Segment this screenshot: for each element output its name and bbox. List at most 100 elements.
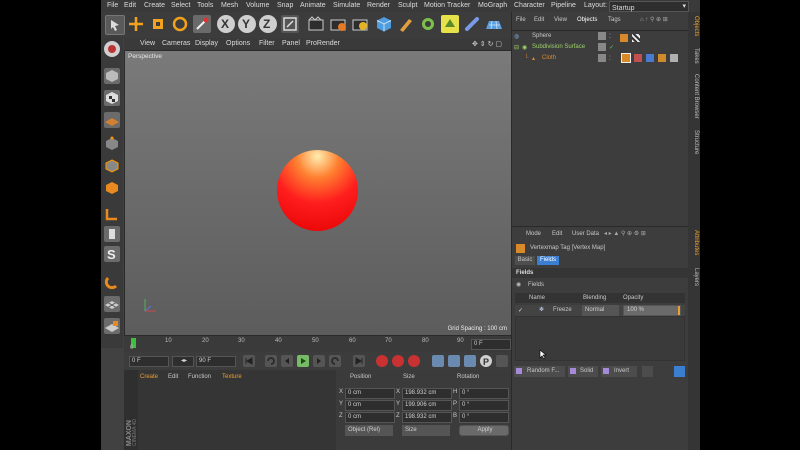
key-position-icon[interactable] bbox=[432, 355, 444, 367]
opacity-slider[interactable]: 100 % bbox=[623, 305, 681, 316]
material-menu-function[interactable]: Function bbox=[188, 374, 211, 380]
om-menu-objects[interactable]: Objects bbox=[577, 17, 597, 23]
current-frame-field[interactable]: 0 F bbox=[471, 339, 511, 350]
object-row-cloth[interactable]: └ ▴ Cloth ⁚ bbox=[514, 53, 686, 64]
layer-swatch-icon[interactable] bbox=[598, 43, 606, 51]
material-menu-texture[interactable]: Texture bbox=[222, 374, 242, 380]
phong-tag-icon[interactable] bbox=[620, 34, 628, 42]
am-toolbar-icons[interactable]: ◂ ▸ ▲ ⚲ ⊕ ⚙ ⊞ bbox=[604, 230, 646, 237]
tag-icon[interactable] bbox=[646, 54, 654, 62]
viewport-menu-cameras[interactable]: Cameras bbox=[162, 40, 190, 47]
menu-pipeline[interactable]: Pipeline bbox=[551, 2, 576, 9]
menu-create[interactable]: Create bbox=[144, 2, 165, 9]
coord-mode-select[interactable]: Object (Rel) bbox=[345, 425, 393, 436]
start-frame-field[interactable]: 0 F bbox=[129, 356, 169, 367]
key-pla-icon[interactable] bbox=[496, 355, 508, 367]
record-icon[interactable] bbox=[376, 355, 388, 367]
next-frame-icon[interactable] bbox=[313, 355, 325, 367]
viewport-menu-display[interactable]: Display bbox=[195, 40, 218, 47]
field-layer-row[interactable]: ✓ ❄ Freeze Normal 100 % bbox=[515, 305, 685, 316]
dock-tab-content-browser[interactable]: Content Browser bbox=[689, 74, 699, 119]
tag-icon[interactable] bbox=[670, 54, 678, 62]
next-key-icon[interactable] bbox=[329, 355, 341, 367]
sphere-object[interactable] bbox=[277, 150, 358, 231]
magnet-icon[interactable] bbox=[104, 274, 120, 290]
field-layer-icon[interactable] bbox=[642, 366, 653, 377]
environment-icon[interactable] bbox=[485, 15, 503, 33]
tab-fields[interactable]: Fields bbox=[537, 256, 559, 265]
rotation-p-field[interactable]: 0 ° bbox=[459, 400, 509, 411]
lock-workplane-icon[interactable] bbox=[104, 318, 120, 334]
position-y-field[interactable]: 0 cm bbox=[345, 400, 395, 411]
dock-tab-objects[interactable]: Objects bbox=[689, 16, 699, 36]
render-pv-icon[interactable] bbox=[329, 15, 347, 33]
menu-snap[interactable]: Snap bbox=[277, 2, 293, 9]
expand-panel-icon[interactable] bbox=[674, 366, 685, 377]
axis-y-icon[interactable]: Y bbox=[238, 15, 256, 33]
layer-swatch-icon[interactable] bbox=[598, 54, 606, 62]
deformer-icon[interactable] bbox=[463, 15, 481, 33]
coord-system-icon[interactable] bbox=[281, 15, 299, 33]
menu-simulate[interactable]: Simulate bbox=[333, 2, 360, 9]
workplane-icon[interactable] bbox=[104, 112, 120, 128]
texture-tag-icon[interactable] bbox=[632, 34, 640, 42]
position-z-field[interactable]: 0 cm bbox=[345, 412, 395, 423]
prev-frame-icon[interactable] bbox=[281, 355, 293, 367]
material-menu-edit[interactable]: Edit bbox=[168, 374, 178, 380]
dock-tab-attributes[interactable]: Attributes bbox=[689, 230, 699, 255]
apply-button[interactable]: Apply bbox=[459, 425, 509, 436]
edges-mode-icon[interactable] bbox=[104, 158, 120, 174]
om-menu-file[interactable]: File bbox=[516, 17, 526, 23]
am-menu-user-data[interactable]: User Data bbox=[572, 231, 599, 237]
viewport-menu-panel[interactable]: Panel bbox=[282, 40, 300, 47]
key-rotation-icon[interactable] bbox=[464, 355, 476, 367]
viewport-menu-filter[interactable]: Filter bbox=[259, 40, 275, 47]
scale-icon[interactable] bbox=[149, 15, 167, 33]
menu-sculpt[interactable]: Sculpt bbox=[398, 2, 417, 9]
menu-mesh[interactable]: Mesh bbox=[221, 2, 238, 9]
om-menu-tags[interactable]: Tags bbox=[608, 17, 621, 23]
rotate-icon[interactable] bbox=[171, 15, 189, 33]
tab-basic[interactable]: Basic bbox=[515, 256, 535, 265]
size-mode-select[interactable]: Size bbox=[402, 425, 450, 436]
menu-file[interactable]: File bbox=[107, 2, 118, 9]
om-menu-edit[interactable]: Edit bbox=[534, 17, 544, 23]
am-menu-edit[interactable]: Edit bbox=[552, 231, 562, 237]
menu-edit[interactable]: Edit bbox=[124, 2, 136, 9]
layer-enabled-check-icon[interactable]: ✓ bbox=[518, 307, 523, 314]
render-settings-icon[interactable] bbox=[351, 15, 369, 33]
solid-field-button[interactable]: Solid bbox=[568, 366, 598, 377]
snap-icon[interactable]: S bbox=[104, 246, 120, 262]
make-editable-icon[interactable] bbox=[104, 41, 120, 57]
cloth-tag-icon[interactable] bbox=[634, 54, 642, 62]
object-row-sphere[interactable]: ◍ Sphere ⁚ bbox=[514, 32, 686, 42]
workplane-grid-icon[interactable] bbox=[104, 296, 120, 312]
blending-select[interactable]: Normal bbox=[582, 305, 619, 316]
size-z-field[interactable]: 198.932 cm bbox=[402, 412, 452, 423]
object-row-subdivision-surface[interactable]: ⊟ ◉ Subdivision Surface ✓ bbox=[514, 43, 686, 53]
prev-key-icon[interactable] bbox=[265, 355, 277, 367]
layer-swatch-icon[interactable] bbox=[598, 32, 606, 40]
om-toolbar-icons[interactable]: ⌂ ↑ ⚲ ⊕ ⊞ bbox=[640, 16, 668, 23]
dock-tab-layers[interactable]: Layers bbox=[689, 268, 699, 286]
random-field-button[interactable]: Random F... bbox=[514, 366, 565, 377]
keyframe-selection-icon[interactable] bbox=[408, 355, 420, 367]
axis-mode-icon[interactable] bbox=[104, 206, 120, 222]
viewport-navigation-icons[interactable]: ✥ ⇕ ↻ ▢ bbox=[472, 40, 502, 48]
render-view-icon[interactable] bbox=[307, 15, 325, 33]
viewport-menu-view[interactable]: View bbox=[140, 40, 155, 47]
frame-step-field[interactable]: ◂▸ bbox=[172, 356, 194, 367]
menu-render[interactable]: Render bbox=[367, 2, 390, 9]
size-x-field[interactable]: 198.932 cm bbox=[402, 388, 452, 399]
size-y-field[interactable]: 199.906 cm bbox=[402, 400, 452, 411]
layout-select[interactable]: Startup ▾ bbox=[609, 1, 689, 12]
autokey-icon[interactable] bbox=[392, 355, 404, 367]
extrude-icon[interactable] bbox=[441, 15, 459, 33]
tweak-mode-icon[interactable] bbox=[104, 226, 120, 242]
perspective-viewport[interactable]: Perspective Grid Spacing : 100 cm bbox=[124, 50, 512, 336]
expand-icon[interactable]: ⊟ bbox=[514, 44, 519, 51]
axis-z-icon[interactable]: Z bbox=[259, 15, 277, 33]
goto-end-icon[interactable] bbox=[353, 355, 365, 367]
goto-start-icon[interactable] bbox=[243, 355, 255, 367]
menu-mograph[interactable]: MoGraph bbox=[478, 2, 507, 9]
